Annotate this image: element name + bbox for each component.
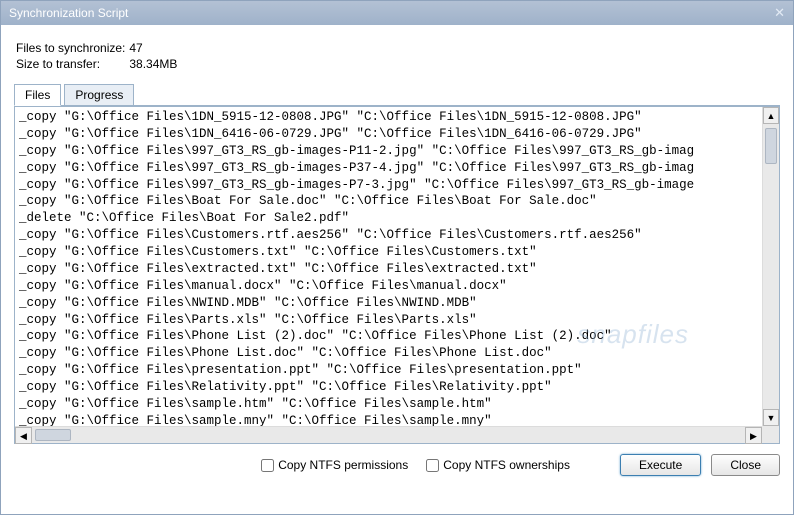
size-value: 38.34MB (129, 57, 177, 71)
copy-perms-checkbox[interactable]: Copy NTFS permissions (261, 458, 408, 472)
scroll-right-icon[interactable]: ▶ (745, 427, 762, 444)
info-block: Files to synchronize: 47 Size to transfe… (16, 41, 780, 71)
script-lines[interactable]: _copy "G:\Office Files\1DN_5915-12-0808.… (15, 107, 779, 427)
copy-perms-input[interactable] (261, 459, 274, 472)
window-title: Synchronization Script (9, 6, 128, 20)
script-line[interactable]: _copy "G:\Office Files\Customers.txt" "C… (19, 244, 775, 261)
scroll-left-icon[interactable]: ◀ (15, 427, 32, 444)
script-line[interactable]: _copy "G:\Office Files\sample.mny" "C:\O… (19, 413, 775, 427)
copy-owners-input[interactable] (426, 459, 439, 472)
tab-progress[interactable]: Progress (64, 84, 134, 106)
script-line[interactable]: _copy "G:\Office Files\997_GT3_RS_gb-ima… (19, 160, 775, 177)
script-line[interactable]: _copy "G:\Office Files\sample.htm" "C:\O… (19, 396, 775, 413)
execute-button[interactable]: Execute (620, 454, 701, 476)
script-line[interactable]: _copy "G:\Office Files\Relativity.ppt" "… (19, 379, 775, 396)
script-line[interactable]: _delete "C:\Office Files\Boat For Sale2.… (19, 210, 775, 227)
script-line[interactable]: _copy "G:\Office Files\Boat For Sale.doc… (19, 193, 775, 210)
scroll-corner (762, 426, 779, 443)
dialog-content: Files to synchronize: 47 Size to transfe… (1, 25, 793, 489)
copy-perms-label: Copy NTFS permissions (278, 458, 408, 472)
script-line[interactable]: _copy "G:\Office Files\997_GT3_RS_gb-ima… (19, 143, 775, 160)
files-value: 47 (129, 41, 142, 55)
title-bar: Synchronization Script ✕ (1, 1, 793, 25)
script-line[interactable]: _copy "G:\Office Files\Phone List.doc" "… (19, 345, 775, 362)
size-label: Size to transfer: (16, 57, 126, 71)
tab-strip: Files Progress (14, 83, 780, 106)
close-button[interactable]: Close (711, 454, 780, 476)
script-line[interactable]: _copy "G:\Office Files\Phone List (2).do… (19, 328, 775, 345)
copy-owners-checkbox[interactable]: Copy NTFS ownerships (426, 458, 570, 472)
close-icon[interactable]: ✕ (774, 5, 785, 21)
script-listbox: _copy "G:\Office Files\1DN_5915-12-0808.… (14, 106, 780, 444)
hscroll-thumb[interactable] (35, 429, 71, 441)
script-line[interactable]: _copy "G:\Office Files\manual.docx" "C:\… (19, 278, 775, 295)
horizontal-scrollbar[interactable]: ◀ ▶ (15, 426, 762, 443)
script-line[interactable]: _copy "G:\Office Files\NWIND.MDB" "C:\Of… (19, 295, 775, 312)
vscroll-thumb[interactable] (765, 128, 777, 164)
script-line[interactable]: _copy "G:\Office Files\997_GT3_RS_gb-ima… (19, 177, 775, 194)
script-line[interactable]: _copy "G:\Office Files\presentation.ppt"… (19, 362, 775, 379)
script-line[interactable]: _copy "G:\Office Files\1DN_6416-06-0729.… (19, 126, 775, 143)
vertical-scrollbar[interactable]: ▲ ▼ (762, 107, 779, 426)
script-line[interactable]: _copy "G:\Office Files\extracted.txt" "C… (19, 261, 775, 278)
tab-files[interactable]: Files (14, 84, 61, 106)
scroll-down-icon[interactable]: ▼ (763, 409, 779, 426)
script-line[interactable]: _copy "G:\Office Files\Parts.xls" "C:\Of… (19, 312, 775, 329)
copy-owners-label: Copy NTFS ownerships (443, 458, 570, 472)
script-line[interactable]: _copy "G:\Office Files\Customers.rtf.aes… (19, 227, 775, 244)
footer: Copy NTFS permissions Copy NTFS ownershi… (14, 454, 780, 476)
script-line[interactable]: _copy "G:\Office Files\1DN_5915-12-0808.… (19, 109, 775, 126)
files-label: Files to synchronize: (16, 41, 126, 55)
scroll-up-icon[interactable]: ▲ (763, 107, 779, 124)
